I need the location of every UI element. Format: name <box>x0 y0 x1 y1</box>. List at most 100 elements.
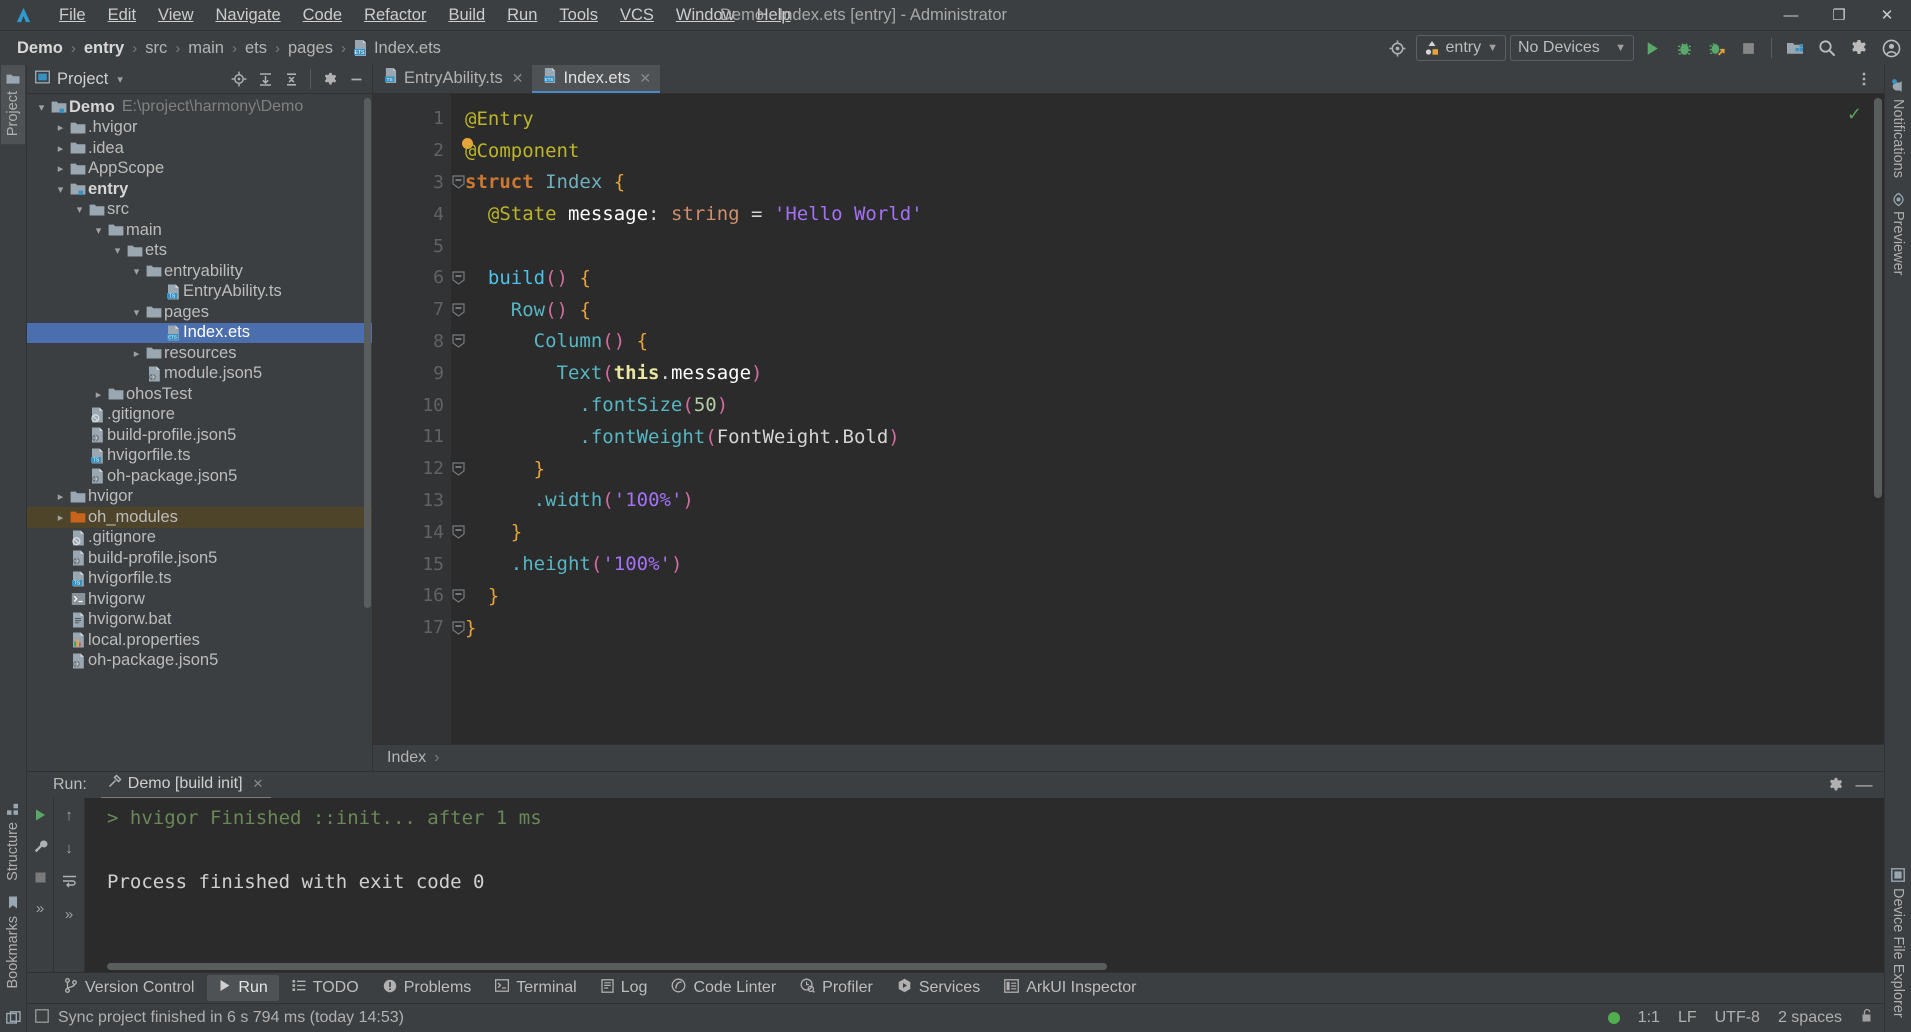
tree-node-demo[interactable]: ▾ Demo E:\project\harmony\Demo <box>27 97 372 118</box>
code-line-11[interactable]: . fontWeight(FontWeight. Bold) <box>451 421 1884 453</box>
tool-todo[interactable]: TODO <box>281 975 370 1001</box>
stop-icon[interactable] <box>1734 35 1762 61</box>
code-line-3[interactable]: struct Index { <box>451 167 1884 199</box>
breadcrumb-item-src[interactable]: src <box>142 38 170 59</box>
chevron-down-icon[interactable]: ▾ <box>53 183 68 196</box>
tree-node-local-properties[interactable]: local.properties <box>27 630 372 651</box>
code-line-9[interactable]: Text(this. message) <box>451 357 1884 389</box>
code-line-8[interactable]: Column() { <box>451 326 1884 358</box>
unlocked-icon[interactable] <box>1860 1008 1874 1028</box>
code-line-6[interactable]: build() { <box>451 262 1884 294</box>
code-line-7[interactable]: Row() { <box>451 294 1884 326</box>
breadcrumb-item-entry[interactable]: entry <box>81 38 127 59</box>
code-line-14[interactable]: } <box>451 516 1884 548</box>
menu-tools[interactable]: Tools <box>548 3 609 28</box>
debug-icon[interactable] <box>1670 35 1698 61</box>
chevron-right-icon[interactable]: ▸ <box>53 511 68 524</box>
tree-node-oh-package-json5[interactable]: oh-package.json5 <box>27 651 372 672</box>
inspection-status-icon[interactable]: ✓ <box>1847 104 1862 125</box>
tree-node-build-profile-json5[interactable]: build-profile.json5 <box>27 548 372 569</box>
chevron-right-icon[interactable]: ▸ <box>53 121 68 134</box>
tool-profiler[interactable]: Profiler <box>789 974 884 1002</box>
chevron-right-icon[interactable]: ▸ <box>53 162 68 175</box>
line-number-17[interactable]: 17 <box>373 612 465 644</box>
scroll-up-icon[interactable]: ↑ <box>58 805 80 825</box>
hide-run-panel-icon[interactable]: — <box>1852 774 1876 796</box>
code-line-4[interactable]: @State message: string = 'Hello World' <box>451 198 1884 230</box>
menu-refactor[interactable]: Refactor <box>353 3 437 28</box>
tree-node-hvigorfile-ts[interactable]: TS hvigorfile.ts <box>27 446 372 467</box>
breadcrumb-item-main[interactable]: main <box>185 38 227 59</box>
code-line-17[interactable]: } <box>451 612 1884 644</box>
device-selector[interactable]: No Devices ▼ <box>1510 35 1634 61</box>
tool-services[interactable]: Services <box>886 974 991 1002</box>
project-tree[interactable]: ▾ Demo E:\project\harmony\Demo ▸ .hvigor ▸ .id… <box>27 94 372 771</box>
line-number-5[interactable]: 5 <box>373 230 451 262</box>
run-console[interactable]: > hvigor Finished ::init... after 1 ms Pr… <box>85 798 1884 972</box>
gear-icon-run[interactable] <box>1824 774 1848 796</box>
scroll-down-icon[interactable]: ↓ <box>58 838 80 858</box>
code-line-2[interactable]: @Component <box>451 135 1884 167</box>
console-hscrollbar[interactable] <box>107 963 1107 970</box>
soft-wrap-icon[interactable] <box>58 871 80 891</box>
tree-node-module-json5[interactable]: module.json5 <box>27 364 372 385</box>
tool-terminal[interactable]: Terminal <box>484 975 587 1001</box>
editor-breadcrumb-item[interactable]: Index <box>387 749 426 767</box>
more-tabs-icon[interactable] <box>1852 68 1876 90</box>
tool-problems[interactable]: Problems <box>372 975 483 1002</box>
sidebar-item-structure[interactable]: Structure <box>1 795 25 889</box>
menu-run[interactable]: Run <box>496 3 548 28</box>
locate-icon[interactable] <box>227 68 251 90</box>
sidebar-item-notifications[interactable]: Notifications <box>1886 65 1910 186</box>
menu-build[interactable]: Build <box>437 3 496 28</box>
code-line-10[interactable]: . fontSize(50) <box>451 389 1884 421</box>
code-editor[interactable]: 1 2 3 4 5 6 7 8 9 10 11 12 13 14 15 16 17 @Entry @Compone… <box>373 94 1884 744</box>
line-number-15[interactable]: 15 <box>373 548 451 580</box>
editor-scrollbar[interactable] <box>1874 98 1882 498</box>
line-number-11[interactable]: 11 <box>373 421 451 453</box>
menu-navigate[interactable]: Navigate <box>205 3 292 28</box>
code-line-5[interactable] <box>451 230 1884 262</box>
line-number-16[interactable]: 16 <box>373 580 465 612</box>
editor-tab-close-0[interactable]: ✕ <box>512 70 524 87</box>
indent-setting[interactable]: 2 spaces <box>1778 1009 1842 1027</box>
tool-code-linter[interactable]: Code Linter <box>660 974 787 1002</box>
menu-vcs[interactable]: VCS <box>609 3 665 28</box>
tool-log[interactable]: Log <box>590 975 659 1002</box>
line-number-7[interactable]: 7 <box>373 294 465 326</box>
tree-node-hvigor[interactable]: ▸ hvigor <box>27 487 372 508</box>
tree-node-hvigorfile-ts[interactable]: TS hvigorfile.ts <box>27 569 372 590</box>
menu-edit[interactable]: Edit <box>97 3 147 28</box>
code-line-1[interactable]: @Entry <box>451 103 1884 135</box>
tree-node-oh-package-json5[interactable]: oh-package.json5 <box>27 466 372 487</box>
tree-node-hvigorw[interactable]: hvigorw <box>27 589 372 610</box>
expand-more-icon[interactable]: » <box>29 898 51 918</box>
line-number-13[interactable]: 13 <box>373 485 451 517</box>
line-number-4[interactable]: 4 <box>373 198 451 230</box>
editor-tab-index[interactable]: ETS Index.ets ✕ <box>532 65 661 93</box>
chevron-down-icon[interactable]: ▾ <box>91 224 106 237</box>
tool-run[interactable]: Run <box>207 975 279 1001</box>
project-tree-scrollbar[interactable] <box>364 98 371 608</box>
tree-node-entryability[interactable]: ▾ entryability <box>27 261 372 282</box>
line-number-12[interactable]: 12 <box>373 453 465 485</box>
menu-view[interactable]: View <box>147 3 204 28</box>
collapse-all-icon[interactable] <box>279 68 303 90</box>
tool-arkui-inspector[interactable]: ArkUI Inspector <box>993 975 1147 1002</box>
chevron-down-icon-project[interactable]: ▾ <box>117 73 123 86</box>
target-icon[interactable] <box>1384 35 1412 61</box>
tree-node-resources[interactable]: ▸ resources <box>27 343 372 364</box>
event-log-icon[interactable] <box>35 1008 49 1028</box>
code-line-12[interactable]: } <box>451 453 1884 485</box>
run-icon[interactable] <box>1638 35 1666 61</box>
tree-node-ohostest[interactable]: ▸ ohosTest <box>27 384 372 405</box>
line-number-1[interactable]: 1 <box>373 103 451 135</box>
chevron-right-icon[interactable]: ▸ <box>53 490 68 503</box>
tool-version-control[interactable]: Version Control <box>53 974 205 1002</box>
search-icon[interactable] <box>1813 35 1841 61</box>
chevron-down-icon[interactable]: ▾ <box>129 265 144 278</box>
gear-icon[interactable] <box>1845 35 1873 61</box>
expand-all-icon[interactable] <box>253 68 277 90</box>
breadcrumb-item-pages[interactable]: pages <box>285 38 336 59</box>
chevron-right-icon[interactable]: ▸ <box>91 388 106 401</box>
